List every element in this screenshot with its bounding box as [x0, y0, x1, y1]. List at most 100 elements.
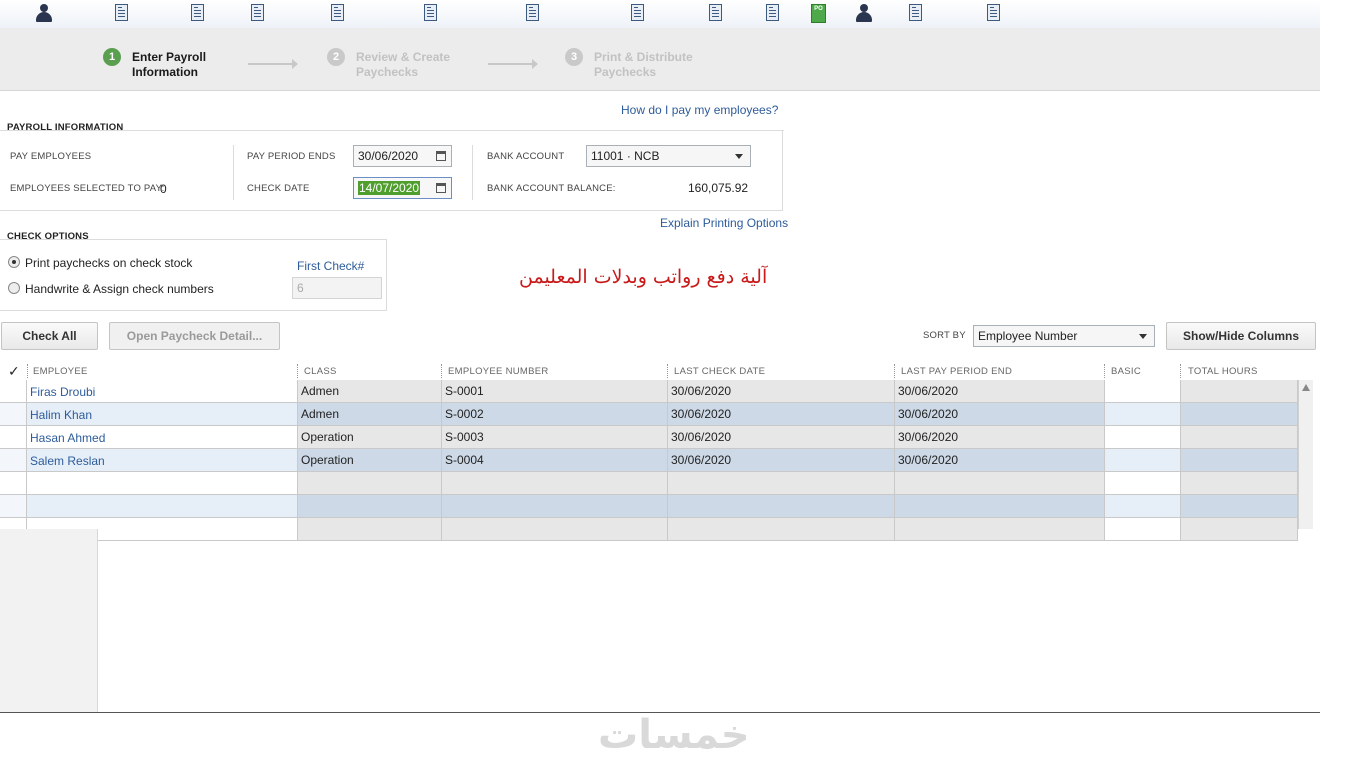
document-icon[interactable]	[191, 4, 204, 21]
row-checkbox[interactable]	[0, 426, 27, 449]
employee-cell[interactable]: Salem Reslan	[27, 449, 298, 472]
row-checkbox[interactable]	[0, 403, 27, 426]
check-column-header[interactable]: ✓	[8, 363, 20, 380]
last-pay-period-end-cell[interactable]	[895, 472, 1105, 495]
class-cell[interactable]: Operation	[298, 449, 442, 472]
last-check-date-cell[interactable]	[668, 472, 895, 495]
bank-account-dropdown[interactable]: 11001 · NCB	[586, 145, 751, 167]
row-checkbox[interactable]	[0, 380, 27, 403]
document-icon[interactable]	[331, 4, 344, 21]
documents-icon[interactable]	[909, 4, 922, 21]
total-hours-cell[interactable]	[1181, 449, 1298, 472]
table-row[interactable]	[0, 518, 1298, 541]
class-cell[interactable]	[298, 472, 442, 495]
basic-cell[interactable]	[1105, 403, 1181, 426]
last-pay-period-end-cell[interactable]: 30/06/2020	[895, 449, 1105, 472]
employee-number-cell[interactable]: S-0003	[442, 426, 668, 449]
basic-cell[interactable]	[1105, 426, 1181, 449]
handwrite-radio[interactable]	[8, 282, 20, 294]
employee-cell[interactable]: Hasan Ahmed	[27, 426, 298, 449]
column-header-total-hours[interactable]: TOTAL HOURS	[1188, 366, 1258, 377]
basic-cell[interactable]	[1105, 472, 1181, 495]
document-icon[interactable]	[631, 4, 644, 21]
column-header-last-check-date[interactable]: LAST CHECK DATE	[674, 366, 765, 377]
employee-number-cell[interactable]: S-0002	[442, 403, 668, 426]
vertical-scrollbar[interactable]	[1298, 380, 1313, 529]
row-checkbox[interactable]	[0, 449, 27, 472]
explain-printing-link[interactable]: Explain Printing Options	[660, 216, 788, 230]
table-row[interactable]: Firas Droubi Admen S-0001 30/06/2020 30/06/2…	[0, 380, 1298, 403]
basic-cell[interactable]	[1105, 495, 1181, 518]
last-check-date-cell[interactable]: 30/06/2020	[668, 426, 895, 449]
class-cell[interactable]	[298, 518, 442, 541]
document-icon[interactable]	[251, 4, 264, 21]
total-hours-cell[interactable]	[1181, 380, 1298, 403]
employee-cell[interactable]	[27, 495, 298, 518]
document-icon[interactable]	[424, 4, 437, 21]
employee-number-cell[interactable]	[442, 518, 668, 541]
pay-period-ends-field[interactable]: 30/06/2020	[353, 145, 452, 167]
employee-number-cell[interactable]	[442, 495, 668, 518]
employee-cell[interactable]: Firas Droubi	[27, 380, 298, 403]
purchase-order-icon[interactable]: PO	[811, 4, 826, 23]
class-cell[interactable]: Admen	[298, 380, 442, 403]
employee-number-cell[interactable]	[442, 472, 668, 495]
open-paycheck-detail-button[interactable]: Open Paycheck Detail...	[109, 322, 280, 350]
sort-by-dropdown[interactable]: Employee Number	[973, 325, 1155, 347]
last-check-date-cell[interactable]: 30/06/2020	[668, 449, 895, 472]
calendar-icon[interactable]	[436, 151, 446, 161]
handwrite-label[interactable]: Handwrite & Assign check numbers	[25, 282, 214, 296]
column-header-class[interactable]: CLASS	[304, 366, 337, 377]
column-header-employee[interactable]: EMPLOYEE	[33, 366, 88, 377]
total-hours-cell[interactable]	[1181, 403, 1298, 426]
last-pay-period-end-cell[interactable]	[895, 495, 1105, 518]
row-checkbox[interactable]	[0, 472, 27, 495]
class-cell[interactable]: Operation	[298, 426, 442, 449]
help-pay-employees-link[interactable]: How do I pay my employees?	[621, 103, 778, 117]
last-pay-period-end-cell[interactable]: 30/06/2020	[895, 403, 1105, 426]
last-check-date-cell[interactable]: 30/06/2020	[668, 403, 895, 426]
employee-cell[interactable]	[27, 472, 298, 495]
basic-cell[interactable]	[1105, 380, 1181, 403]
row-checkbox[interactable]	[0, 495, 27, 518]
calendar-icon[interactable]	[436, 183, 446, 193]
total-hours-cell[interactable]	[1181, 426, 1298, 449]
person-icon[interactable]	[35, 4, 53, 22]
total-hours-cell[interactable]	[1181, 495, 1298, 518]
employee-cell[interactable]: Halim Khan	[27, 403, 298, 426]
column-header-last-pay-period-end[interactable]: LAST PAY PERIOD END	[901, 366, 1012, 377]
document-icon[interactable]	[987, 4, 1000, 21]
last-check-date-cell[interactable]: 30/06/2020	[668, 380, 895, 403]
basic-cell[interactable]	[1105, 518, 1181, 541]
table-row[interactable]: Hasan Ahmed Operation S-0003 30/06/2020 30/0…	[0, 426, 1298, 449]
print-on-stock-radio[interactable]	[8, 256, 20, 268]
last-pay-period-end-cell[interactable]: 30/06/2020	[895, 426, 1105, 449]
total-hours-cell[interactable]	[1181, 472, 1298, 495]
check-date-field[interactable]: 14/07/2020	[353, 177, 452, 199]
table-row[interactable]	[0, 495, 1298, 518]
show-hide-columns-button[interactable]: Show/Hide Columns	[1166, 322, 1316, 350]
employee-number-cell[interactable]: S-0004	[442, 449, 668, 472]
document-icon[interactable]	[526, 4, 539, 21]
class-cell[interactable]	[298, 495, 442, 518]
class-cell[interactable]: Admen	[298, 403, 442, 426]
last-pay-period-end-cell[interactable]: 30/06/2020	[895, 380, 1105, 403]
document-icon[interactable]	[709, 4, 722, 21]
first-check-input[interactable]: 6	[292, 277, 382, 299]
table-row[interactable]: Halim Khan Admen S-0002 30/06/2020 30/06/202…	[0, 403, 1298, 426]
last-pay-period-end-cell[interactable]	[895, 518, 1105, 541]
last-check-date-cell[interactable]	[668, 495, 895, 518]
basic-cell[interactable]	[1105, 449, 1181, 472]
document-icon[interactable]	[115, 4, 128, 21]
employee-number-cell[interactable]: S-0001	[442, 380, 668, 403]
print-on-stock-label[interactable]: Print paychecks on check stock	[25, 256, 192, 270]
document-icon[interactable]	[766, 4, 779, 21]
column-header-basic[interactable]: BASIC	[1111, 366, 1141, 377]
last-check-date-cell[interactable]	[668, 518, 895, 541]
total-hours-cell[interactable]	[1181, 518, 1298, 541]
table-row[interactable]: Salem Reslan Operation S-0004 30/06/2020 30/…	[0, 449, 1298, 472]
person-icon[interactable]	[855, 4, 873, 22]
check-all-button[interactable]: Check All	[1, 322, 98, 350]
column-header-employee-number[interactable]: EMPLOYEE NUMBER	[448, 366, 549, 377]
table-row[interactable]	[0, 472, 1298, 495]
